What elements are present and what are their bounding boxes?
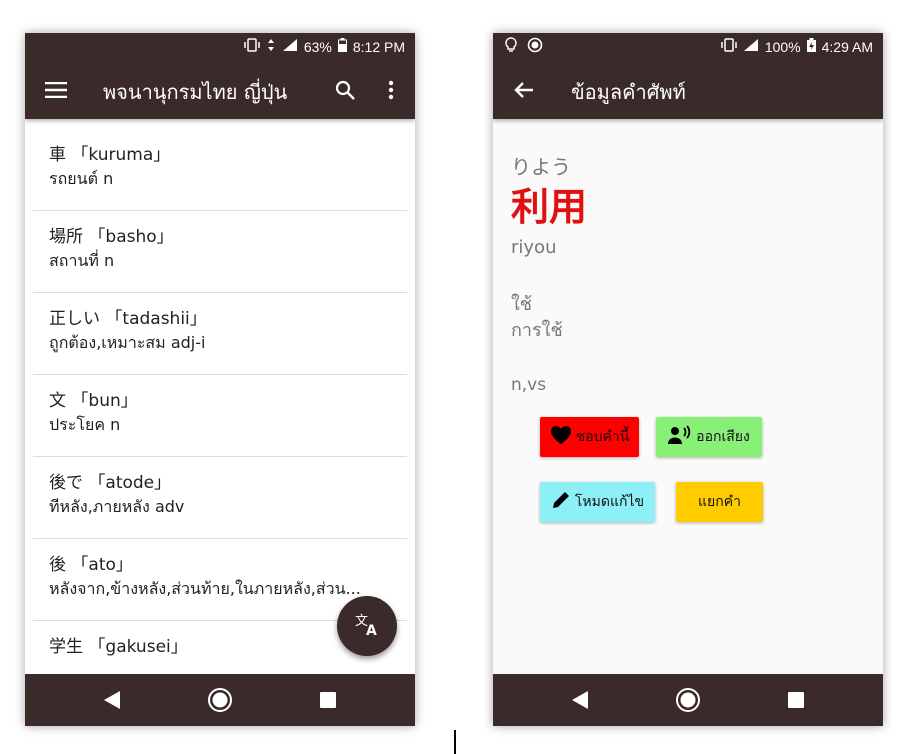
heart-icon [550, 425, 572, 449]
entry-meaning: ประโยค n [49, 415, 121, 434]
system-nav-bar [493, 674, 883, 726]
battery-icon [337, 38, 347, 55]
data-transfer-icon [266, 38, 276, 55]
app-bar: ข้อมูลคำศัพท์ [493, 59, 883, 119]
clock: 4:29 AM [821, 38, 873, 55]
status-bar: 63% 8:12 PM [25, 33, 415, 59]
system-nav-bar [25, 674, 415, 726]
word-detail-screen: 100% 4:29 AM ข้อมูลคำศัพท์ りよう 利用 riyou … [493, 33, 883, 726]
vibrate-icon [244, 38, 260, 55]
lightbulb-icon [505, 37, 517, 56]
search-icon[interactable] [332, 77, 358, 103]
speaker-person-icon [668, 425, 692, 449]
recents-nav-icon[interactable] [783, 687, 809, 713]
list-item[interactable]: 場所 「basho」 สถานที่ n [33, 211, 407, 293]
clock: 8:12 PM [352, 38, 405, 55]
dictionary-list-screen: 63% 8:12 PM พจนานุกรมไทย ญี่ปุ่น 車 「kuru… [25, 33, 415, 726]
speak-button[interactable]: ออกเสียง [656, 417, 762, 457]
home-nav-icon[interactable] [675, 687, 701, 713]
split-word-button[interactable]: แยกคำ [676, 482, 763, 522]
translate-icon: 文 A [354, 611, 380, 641]
home-nav-icon[interactable] [207, 687, 233, 713]
word-kanji: 利用 [511, 185, 588, 229]
edit-mode-button[interactable]: โหมดแก้ไข [540, 482, 655, 522]
svg-text:A: A [366, 623, 377, 637]
more-options-icon[interactable] [378, 77, 404, 103]
entry-meaning: หลังจาก,ข้างหลัง,ส่วนท้าย,ในภายหลัง,ส่วน… [49, 579, 361, 598]
list-item[interactable]: 正しい 「tadashii」 ถูกต้อง,เหมาะสม adj-i [33, 293, 407, 375]
word-meaning: การใช้ [511, 320, 563, 341]
pencil-icon [551, 490, 571, 514]
entry-word: 後で 「atode」 [49, 473, 172, 493]
battery-percent: 63% [303, 38, 332, 55]
part-of-speech: n,vs [511, 375, 547, 395]
battery-percent: 100% [764, 38, 801, 55]
entry-word: 正しい 「tadashii」 [49, 309, 207, 329]
status-bar: 100% 4:29 AM [493, 33, 883, 59]
signal-icon [743, 38, 759, 55]
word-romaji: riyou [511, 237, 557, 258]
screen-title: ข้อมูลคำศัพท์ [571, 80, 686, 104]
entry-word: 車 「kuruma」 [49, 145, 171, 165]
list-item[interactable]: 後で 「atode」 ทีหลัง,ภายหลัง adv [33, 457, 407, 539]
battery-charging-icon [806, 38, 816, 55]
entry-word: 文 「bun」 [49, 391, 138, 411]
speak-button-label: ออกเสียง [696, 429, 750, 445]
edit-mode-button-label: โหมดแก้ไข [574, 494, 645, 510]
favorite-button[interactable]: ชอบคำนี้ [540, 417, 639, 457]
entry-word: 後 「ato」 [49, 555, 133, 575]
entry-meaning: รถยนต์ n [49, 169, 114, 188]
entry-meaning: ถูกต้อง,เหมาะสม adj-i [49, 333, 206, 352]
signal-icon [282, 38, 298, 55]
back-nav-icon[interactable] [99, 687, 125, 713]
entry-word: 場所 「basho」 [49, 227, 174, 247]
entry-meaning: สถานที่ n [49, 251, 115, 270]
translate-fab[interactable]: 文 A [337, 596, 397, 656]
word-meaning: ใช้ [511, 294, 533, 315]
divider [454, 730, 456, 754]
app-title: พจนานุกรมไทย ญี่ปุ่น [103, 80, 288, 104]
list-item[interactable]: 文 「bun」 ประโยค n [33, 375, 407, 457]
back-arrow-icon[interactable] [511, 77, 537, 103]
vibrate-icon [721, 38, 737, 55]
menu-icon[interactable] [43, 77, 69, 103]
list-item[interactable]: 車 「kuruma」 รถยนต์ n [33, 129, 407, 211]
back-nav-icon[interactable] [567, 687, 593, 713]
entry-meaning: ทีหลัง,ภายหลัง adv [49, 497, 185, 516]
recents-nav-icon[interactable] [315, 687, 341, 713]
record-icon [527, 37, 543, 56]
split-word-button-label: แยกคำ [698, 494, 741, 510]
app-bar: พจนานุกรมไทย ญี่ปุ่น [25, 59, 415, 119]
favorite-button-label: ชอบคำนี้ [575, 429, 630, 445]
